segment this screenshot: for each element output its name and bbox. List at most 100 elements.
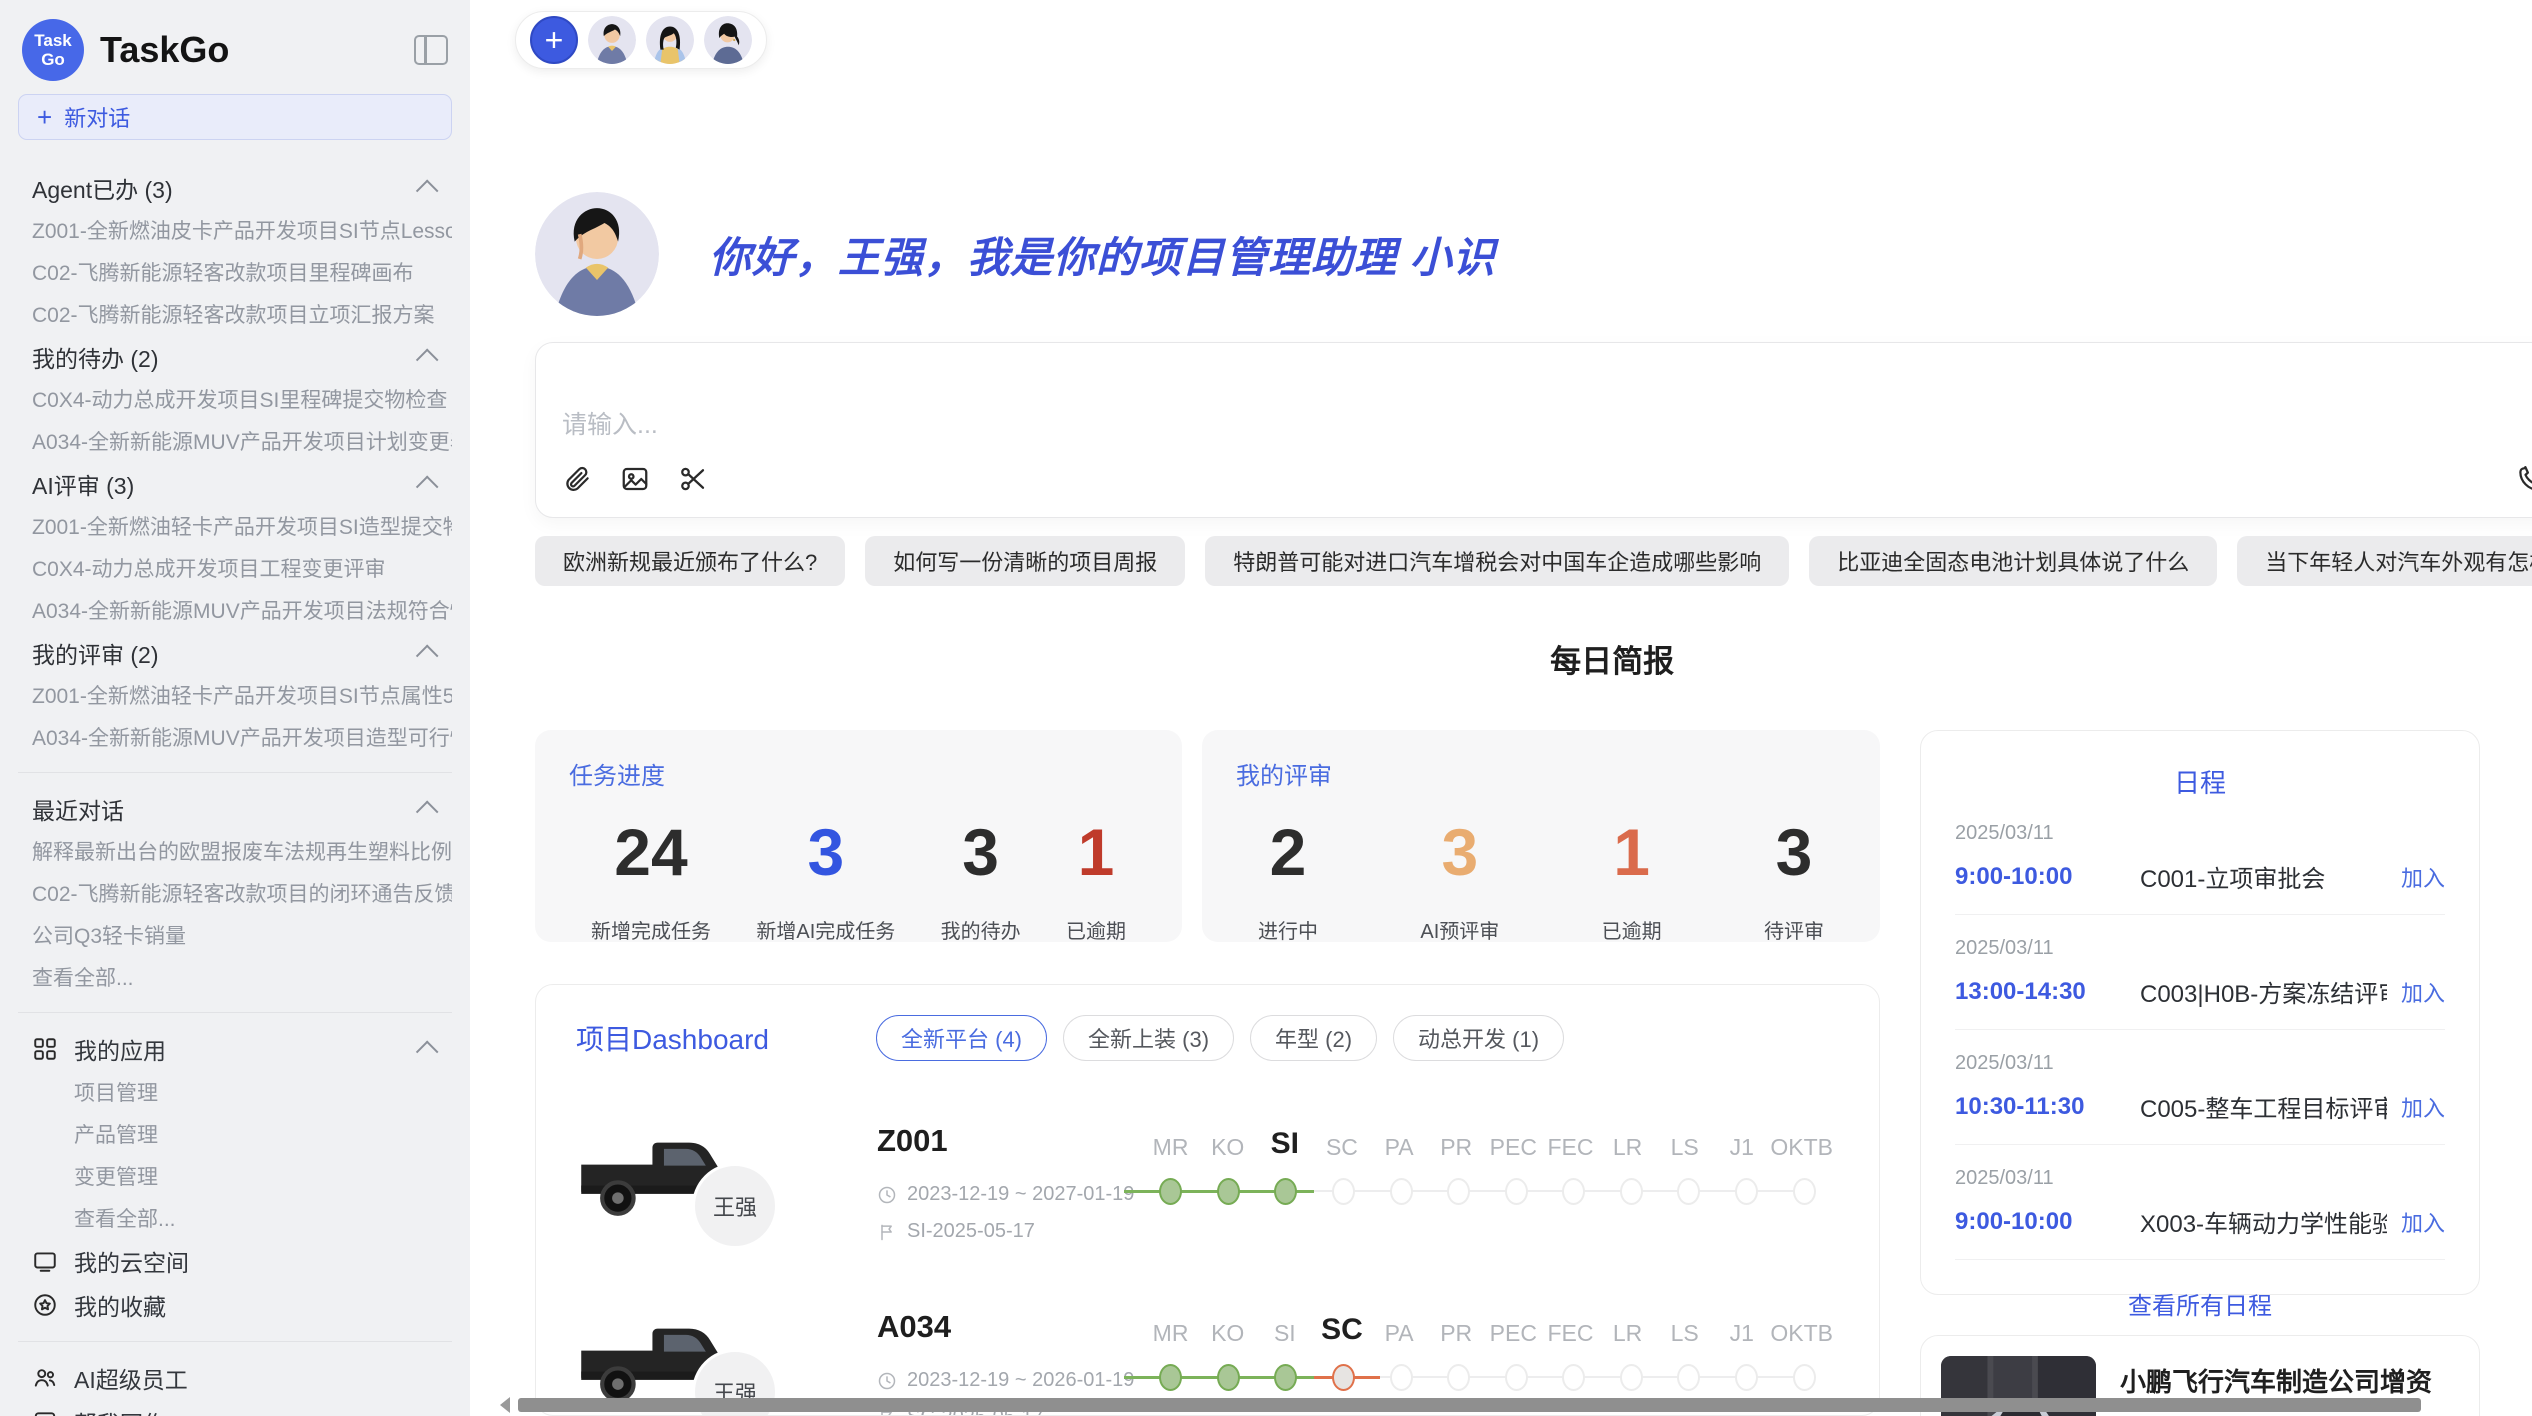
sidebar-collapse-icon[interactable]: [414, 35, 448, 65]
stats-row: 任务进度 24 新增完成任务 3 新增AI完成任务: [535, 730, 1880, 942]
daily-brief-title: 每日简报: [535, 636, 2532, 681]
cloud-space-icon: [32, 1248, 58, 1274]
suggestion-chip[interactable]: 如何写一份清晰的项目周报: [865, 536, 1185, 586]
event-time: 9:00-10:00: [1955, 1208, 2140, 1236]
join-link[interactable]: 加入: [2401, 861, 2445, 893]
list-item[interactable]: C02-飞腾新能源轻客改款项目里程碑画布: [18, 251, 452, 293]
agent-pill: +: [515, 11, 767, 69]
scroll-left-arrow[interactable]: [500, 1397, 510, 1413]
project-name: A034: [877, 1309, 1142, 1345]
sidebar-item-ai-staff[interactable]: AI超级员工: [18, 1356, 452, 1400]
list-item[interactable]: A034-全新新能源MUV产品开发项目法规符合性评审: [18, 589, 452, 631]
plus-icon: +: [37, 102, 52, 133]
sidebar-item-project-mgmt[interactable]: 项目管理: [18, 1071, 452, 1113]
tab-new-platform[interactable]: 全新平台 (4): [876, 1015, 1047, 1061]
list-item[interactable]: Z001-全新燃油轻卡产品开发项目SI节点属性5D文件评审: [18, 674, 452, 716]
event-name: X003-车辆动力学性能验...: [2140, 1204, 2387, 1239]
list-item[interactable]: C0X4-动力总成开发项目SI里程碑提交物检查: [18, 378, 452, 420]
item-label: AI超级员工: [74, 1361, 188, 1395]
stat-overdue: 1 已逾期: [1066, 819, 1126, 944]
list-item[interactable]: A034-全新新能源MUV产品开发项目计划变更表编写: [18, 420, 452, 462]
section-title: 最近对话: [32, 792, 124, 826]
section-my-todo[interactable]: 我的待办 (2): [18, 335, 452, 378]
clock-icon: [877, 1371, 897, 1391]
item-label: 我的收藏: [74, 1288, 166, 1322]
scrollbar-track[interactable]: [518, 1398, 2532, 1412]
sidebar-list: Agent已办 (3) Z001-全新燃油皮卡产品开发项目SI节点Lesson …: [18, 166, 452, 1416]
event-time: 10:30-11:30: [1955, 1093, 2140, 1121]
join-link[interactable]: 加入: [2401, 976, 2445, 1008]
schedule-event: 2025/03/11 13:00-14:30 C003|H0B-方案冻结评审 加…: [1955, 915, 2445, 1030]
new-chat-button[interactable]: + 新对话: [18, 94, 452, 140]
task-progress-card: 任务进度 24 新增完成任务 3 新增AI完成任务: [535, 730, 1182, 942]
event-name: C005-整车工程目标评审: [2140, 1089, 2387, 1124]
list-item[interactable]: 公司Q3轻卡销量: [18, 914, 452, 956]
list-item[interactable]: C02-飞腾新能源轻客改款项目立项汇报方案: [18, 293, 452, 335]
stat-review-overdue: 1 已逾期: [1602, 819, 1662, 944]
project-owner-badge: 王强: [692, 1163, 778, 1249]
item-label: 我的云空间: [74, 1244, 189, 1278]
greeting-row: 你好，王强，我是你的项目管理助理 小识: [535, 192, 2532, 316]
list-item[interactable]: Z001-全新燃油皮卡产品开发项目SI节点Lesson Learn报告: [18, 209, 452, 251]
join-link[interactable]: 加入: [2401, 1206, 2445, 1238]
event-name: C001-立项审批会: [2140, 859, 2387, 894]
horizontal-scrollbar: [500, 1397, 2532, 1413]
add-agent-button[interactable]: +: [530, 16, 578, 64]
agent-avatar-3[interactable]: [704, 16, 752, 64]
sidebar-item-product-mgmt[interactable]: 产品管理: [18, 1113, 452, 1155]
agent-avatar-2[interactable]: [646, 16, 694, 64]
section-ai-review[interactable]: AI评审 (3): [18, 462, 452, 505]
sidebar-item-my-apps[interactable]: 我的应用: [18, 1027, 452, 1071]
tab-powertrain[interactable]: 动总开发 (1): [1393, 1015, 1564, 1061]
phone-icon[interactable]: [2516, 464, 2532, 494]
sidebar-item-favorites[interactable]: 我的收藏: [18, 1283, 452, 1327]
main-content: 你好，王强，我是你的项目管理助理 小识 欧洲新规最近颁布了什么? 如何写一份清晰…: [470, 192, 2532, 1416]
section-my-review[interactable]: 我的评审 (2): [18, 631, 452, 674]
tab-new-body[interactable]: 全新上装 (3): [1063, 1015, 1234, 1061]
right-column: 日程 2025/03/11 9:00-10:00 C001-立项审批会 加入 2…: [1920, 730, 2480, 1416]
event-date: 2025/03/11: [1955, 1167, 2445, 1190]
current-milestone-label: SI: [1256, 1127, 1313, 1161]
suggestion-chip[interactable]: 当下年轻人对汽车外观有怎样的喜好趋势: [2237, 536, 2532, 586]
stat-in-progress: 2 进行中: [1258, 819, 1318, 944]
list-item[interactable]: 解释最新出台的欧盟报废车法规再生塑料比例被调至15%...: [18, 830, 452, 872]
app-logo: Task Go: [22, 19, 84, 81]
view-all-schedule-link[interactable]: 查看所有日程: [1955, 1286, 2445, 1321]
attachment-icon[interactable]: [562, 464, 592, 494]
divider: [18, 1341, 452, 1342]
suggestion-chip[interactable]: 特朗普可能对进口汽车增税会对中国车企造成哪些影响: [1205, 536, 1789, 586]
suggestion-chip[interactable]: 欧洲新规最近颁布了什么?: [535, 536, 845, 586]
sidebar-item-change-mgmt[interactable]: 变更管理: [18, 1155, 452, 1197]
join-link[interactable]: 加入: [2401, 1091, 2445, 1123]
list-item[interactable]: C0X4-动力总成开发项目工程变更评审: [18, 547, 452, 589]
suggestion-chip[interactable]: 比亚迪全固态电池计划具体说了什么: [1809, 536, 2217, 586]
scrollbar-thumb[interactable]: [518, 1398, 2421, 1412]
scissors-icon[interactable]: [678, 464, 708, 494]
my-review-card: 我的评审 2 进行中 3 AI预评审: [1202, 730, 1880, 942]
app-title: TaskGo: [100, 29, 414, 71]
current-milestone-label: SC: [1313, 1313, 1370, 1347]
list-item[interactable]: C02-飞腾新能源轻客改款项目的闭环通告反馈情况: [18, 872, 452, 914]
section-agent-done[interactable]: Agent已办 (3): [18, 166, 452, 209]
chevron-up-icon: [416, 800, 439, 823]
project-flag-date: SI-2025-05-17: [877, 1220, 1142, 1243]
list-item[interactable]: Z001-全新燃油轻卡产品开发项目SI造型提交物评审: [18, 505, 452, 547]
image-icon[interactable]: [620, 464, 650, 494]
divider: [18, 1012, 452, 1013]
section-recent-chats[interactable]: 最近对话: [18, 787, 452, 830]
event-time: 13:00-14:30: [1955, 978, 2140, 1006]
view-all-apps[interactable]: 查看全部...: [18, 1197, 452, 1239]
list-item[interactable]: A034-全新新能源MUV产品开发项目造型可行性评审: [18, 716, 452, 758]
project-visual: 王强: [576, 1115, 831, 1247]
milestone-timeline: MRKOSISCPAPRPECFECLRLSJ1OKTB: [1142, 1303, 1839, 1395]
sidebar-item-write-helper[interactable]: 帮我写作: [18, 1400, 452, 1416]
dashboard-title: 项目Dashboard: [576, 1018, 876, 1058]
chat-input[interactable]: [562, 357, 2532, 457]
view-all-chats[interactable]: 查看全部...: [18, 956, 452, 998]
sidebar-item-cloud-space[interactable]: 我的云空间: [18, 1239, 452, 1283]
agent-avatar-1[interactable]: [588, 16, 636, 64]
stat-pending-review: 3 待评审: [1764, 819, 1824, 944]
assistant-avatar: [535, 192, 659, 316]
tab-model-year[interactable]: 年型 (2): [1250, 1015, 1377, 1061]
project-dates: 2023-12-19 ~ 2027-01-19: [877, 1183, 1142, 1206]
